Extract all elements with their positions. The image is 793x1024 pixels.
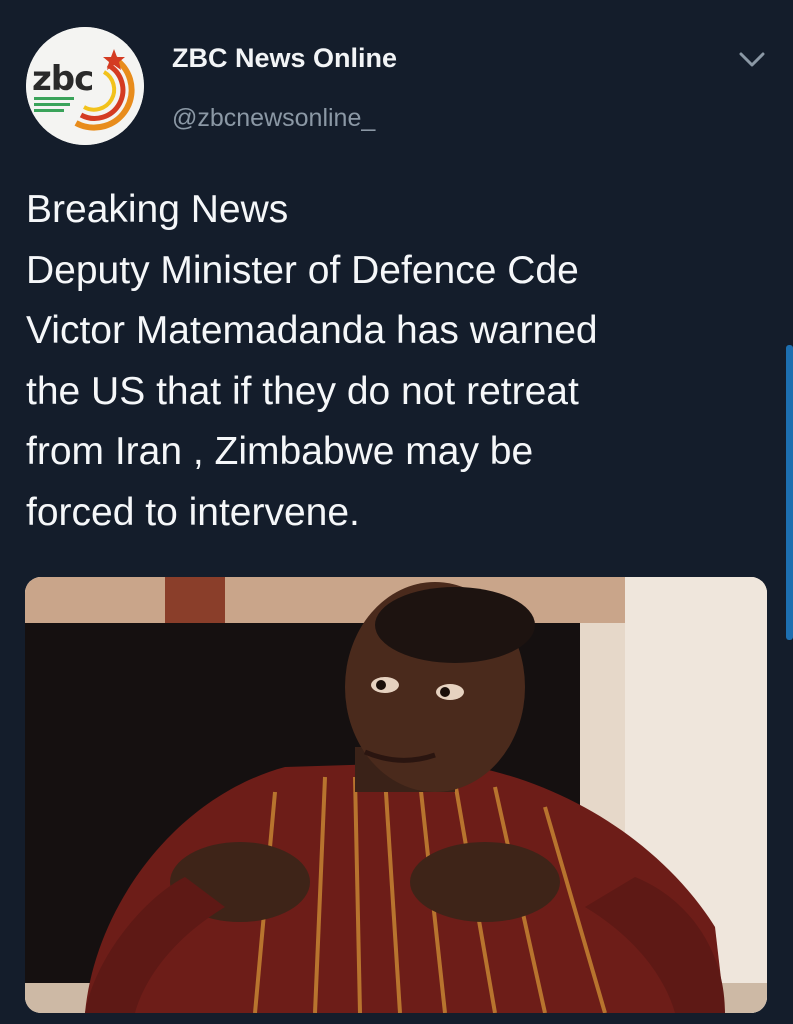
man-photo-image xyxy=(25,577,767,1013)
tweet-text-line: from Iran , Zimbabwe may be xyxy=(26,430,534,473)
avatar[interactable]: zbc xyxy=(26,27,144,145)
tweet-card[interactable]: zbc ZBC News Online @zbcnewsonline_ Brea… xyxy=(0,0,793,1024)
tweet-text: Breaking News Deputy Minister of Defence… xyxy=(26,180,766,543)
handle[interactable]: @zbcnewsonline_ xyxy=(172,104,375,133)
tweet-text-line: the US that if they do not retreat xyxy=(26,369,579,413)
tweet-text-line: Deputy Minister of Defence Cde xyxy=(26,248,579,292)
tweet-text-line: Victor Matemadanda has warned xyxy=(26,309,598,352)
tweet-text-line: Breaking News xyxy=(26,188,289,231)
scrollbar-thumb[interactable] xyxy=(786,345,793,640)
tweet-text-line: forced to intervene. xyxy=(26,490,360,534)
chevron-down-icon[interactable] xyxy=(738,50,766,70)
avatar-logo-text: zbc xyxy=(32,59,94,99)
tweet-media-photo[interactable] xyxy=(25,577,767,1013)
display-name[interactable]: ZBC News Online xyxy=(172,43,397,74)
